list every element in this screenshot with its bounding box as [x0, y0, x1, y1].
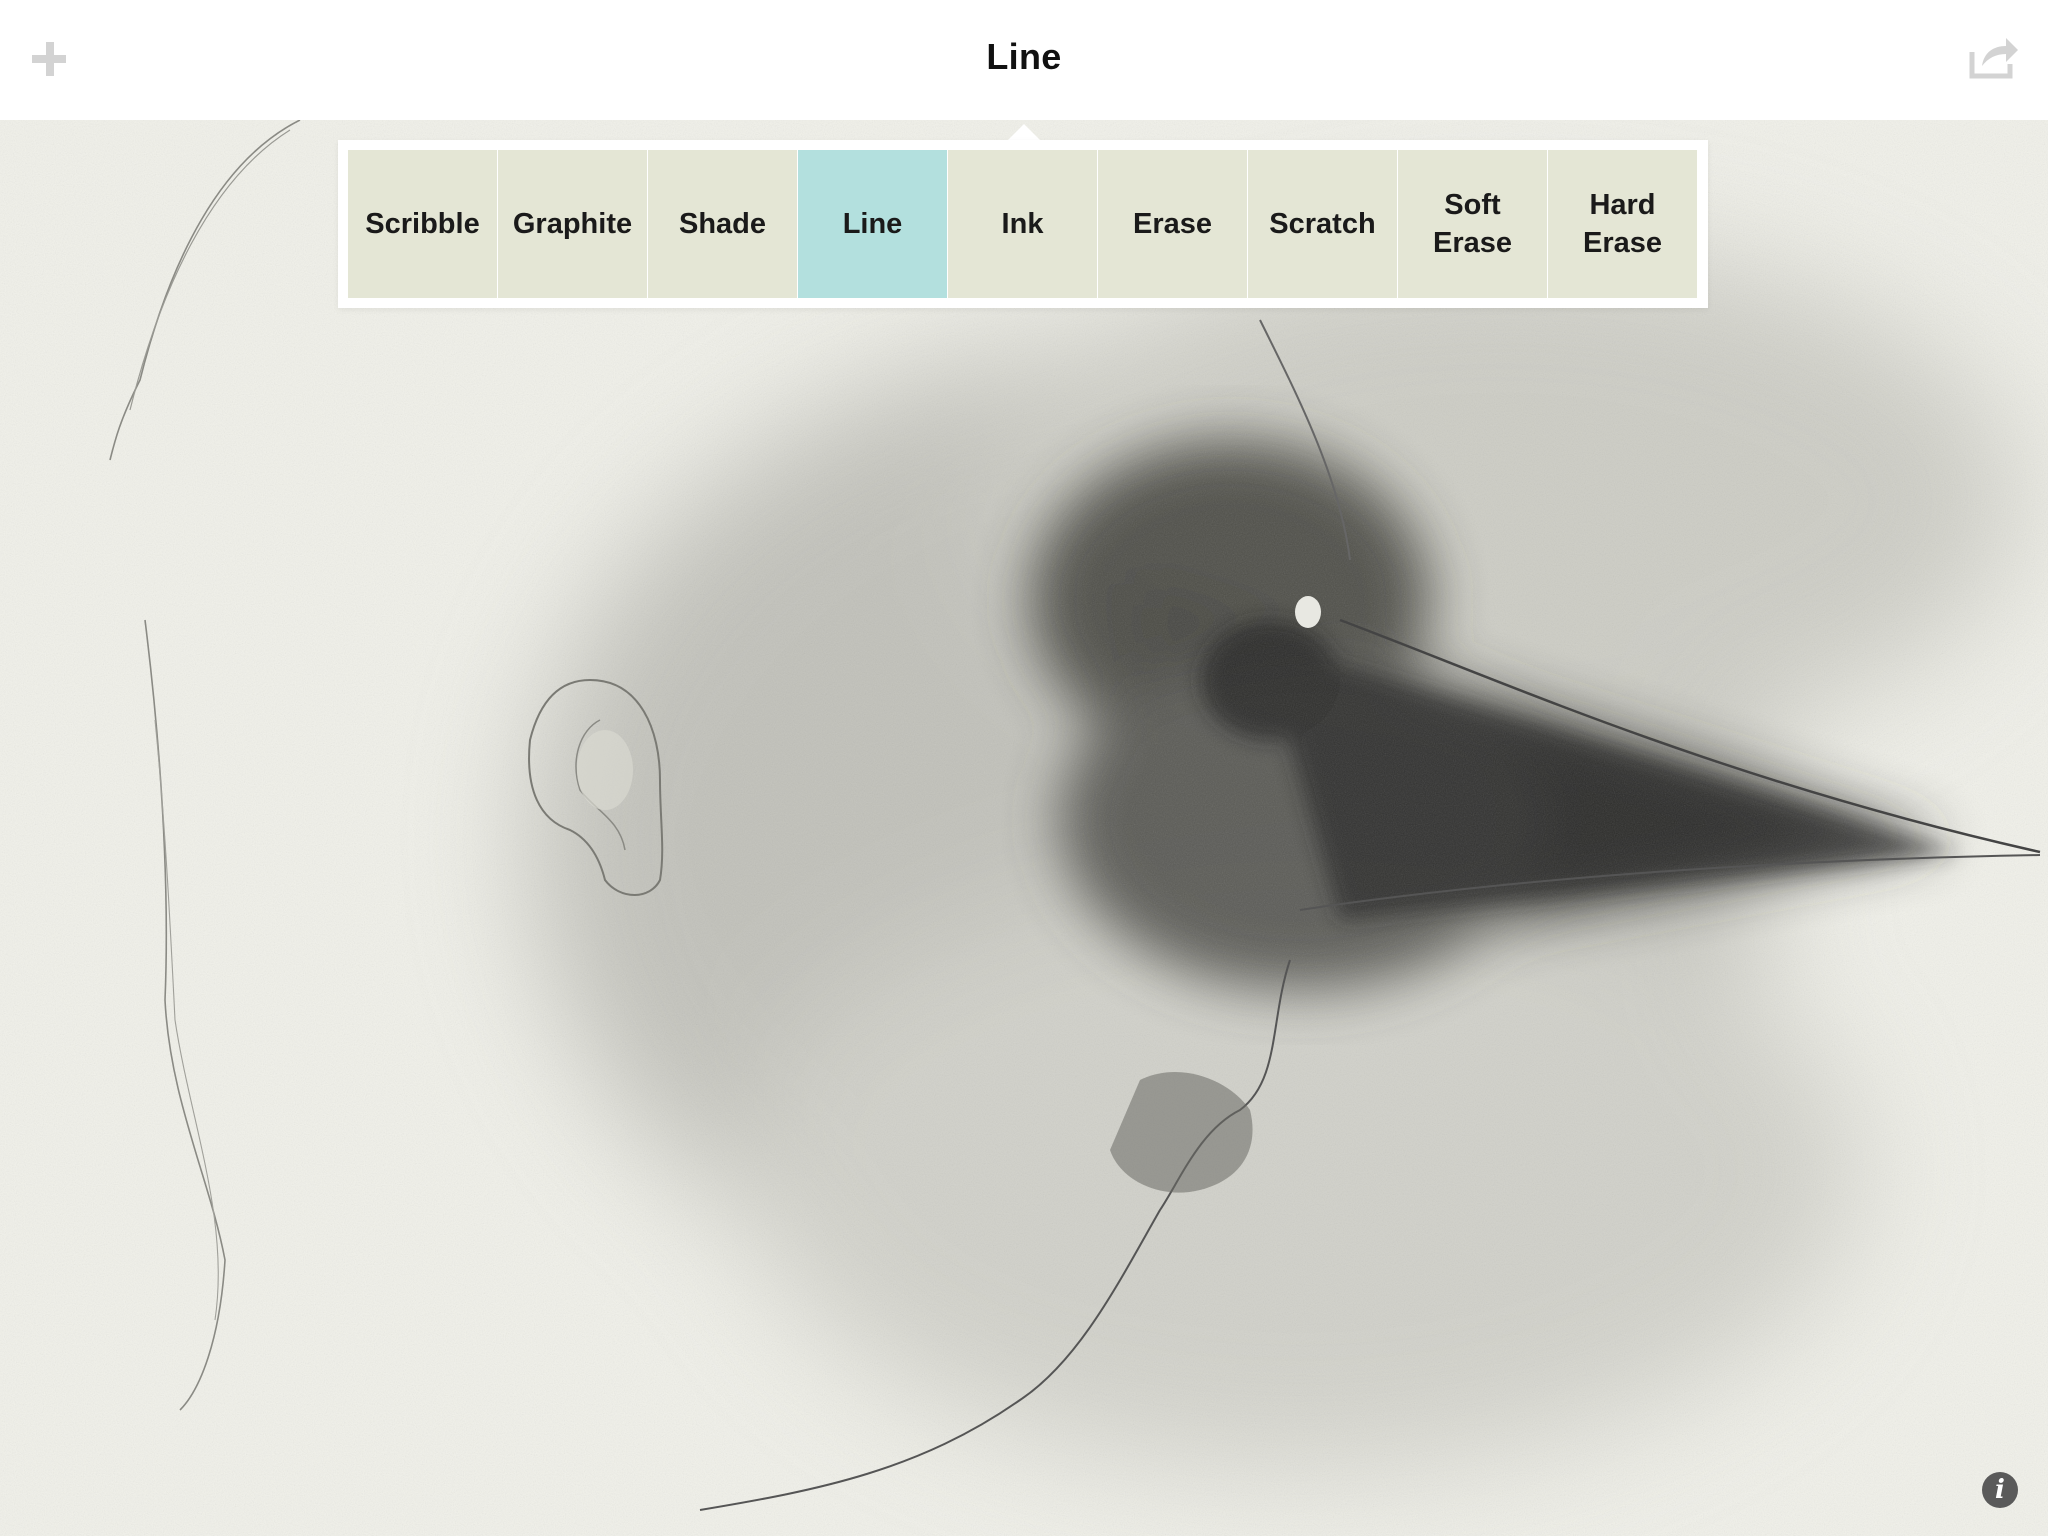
tool-erase[interactable]: Erase: [1098, 150, 1247, 298]
tool-picker-popover: Scribble Graphite Shade Line Ink Erase Scratch…: [338, 140, 1708, 308]
tool-soft-erase[interactable]: Soft Erase: [1398, 150, 1547, 298]
tool-graphite[interactable]: Graphite: [498, 150, 647, 298]
drawing-canvas[interactable]: Scribble Graphite Shade Line Ink Erase Scratch…: [0, 120, 2048, 1536]
navigation-bar: Line: [0, 0, 2048, 120]
tool-list: Scribble Graphite Shade Line Ink Erase Scratch…: [348, 150, 1698, 298]
popover-arrow: [1008, 124, 1040, 140]
share-icon: [1969, 38, 2018, 79]
tool-hard-erase[interactable]: Hard Erase: [1548, 150, 1697, 298]
tool-scribble[interactable]: Scribble: [348, 150, 497, 298]
info-button[interactable]: i: [1982, 1472, 2018, 1508]
tool-line[interactable]: Line: [798, 150, 947, 298]
page-title: Line: [986, 36, 1062, 77]
info-icon: i: [1995, 1475, 2005, 1505]
sketch-artwork: [0, 120, 2048, 1536]
share-button[interactable]: [1968, 34, 2020, 80]
tool-shade[interactable]: Shade: [648, 150, 797, 298]
tool-scratch[interactable]: Scratch: [1248, 150, 1397, 298]
tool-ink[interactable]: Ink: [948, 150, 1097, 298]
